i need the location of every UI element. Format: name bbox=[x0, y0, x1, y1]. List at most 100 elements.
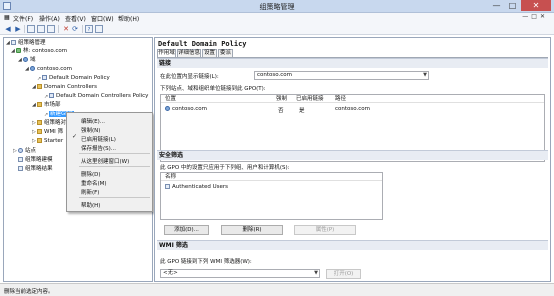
security-table[interactable]: 名称 Authenticated Users bbox=[160, 172, 383, 220]
ctx-help[interactable]: 帮助(H) bbox=[81, 201, 100, 209]
window-title: 组策略管理 bbox=[259, 3, 295, 11]
toolbar-separator bbox=[24, 25, 25, 33]
col-enforced[interactable]: 强制 bbox=[276, 95, 287, 103]
ctx-delete[interactable]: 删除(D) bbox=[81, 170, 101, 178]
ctx-separator bbox=[79, 166, 150, 167]
delete-icon[interactable]: ✕ bbox=[62, 25, 70, 33]
tree-wmi-filters[interactable]: ▷ WMI 筛 bbox=[32, 129, 63, 135]
domains-icon bbox=[23, 57, 28, 62]
mdi-window-controls[interactable]: —□✕ bbox=[522, 13, 548, 20]
folder-icon bbox=[37, 129, 42, 134]
menu-app-icon[interactable]: ▦ bbox=[4, 14, 10, 21]
tree-results[interactable]: 组策略结果 bbox=[18, 166, 53, 172]
cell-enforced: 否 bbox=[278, 108, 284, 114]
menu-help[interactable]: 帮助(H) bbox=[118, 14, 139, 23]
folder-icon[interactable] bbox=[27, 25, 35, 33]
close-button[interactable]: ✕ bbox=[521, 0, 551, 11]
wmi-desc: 此 GPO 链接到下列 WMI 筛选器(W): bbox=[160, 259, 252, 265]
tree-market-ou[interactable]: ◢ 市场部 bbox=[32, 102, 61, 108]
table-row[interactable]: Authenticated Users bbox=[165, 184, 228, 190]
remove-button[interactable]: 删除(R) bbox=[221, 225, 283, 235]
ctx-rename[interactable]: 重命名(M) bbox=[81, 179, 107, 187]
cell-path: contoso.com bbox=[335, 106, 371, 112]
tree-root[interactable]: ◢ 组策略管理 bbox=[6, 40, 46, 46]
links-location-select[interactable]: contoso.com ▼ bbox=[254, 71, 429, 80]
link-arrow-icon: ↗ bbox=[37, 76, 42, 82]
folder-icon bbox=[37, 120, 42, 125]
tab-delegation[interactable]: 委派 bbox=[218, 49, 233, 57]
menu-bar: ▦ 文件(F) 操作(A) 查看(V) 窗口(W) 帮助(H) —□✕ bbox=[0, 13, 554, 23]
links-heading: 链接 bbox=[157, 58, 548, 68]
ctx-refresh[interactable]: 刷新(F) bbox=[81, 188, 99, 196]
tree-sites[interactable]: ▷ 站点 bbox=[13, 148, 36, 154]
forest-icon bbox=[16, 48, 21, 53]
ctx-new-window[interactable]: 从这里创建窗口(W) bbox=[81, 157, 129, 165]
col-name[interactable]: 名称 bbox=[165, 173, 176, 181]
links-desc: 下列站点、域和组织单位链接到此 GPO(T): bbox=[160, 86, 266, 92]
tree-dc-policy[interactable]: ↗ Default Domain Controllers Policy bbox=[44, 93, 148, 100]
page-title: Default Domain Policy bbox=[158, 40, 247, 48]
chevron-down-icon: ▼ bbox=[314, 270, 318, 276]
tree-modeling[interactable]: 组策略建模 bbox=[18, 157, 53, 163]
ctx-save-report[interactable]: 保存报告(S)... bbox=[81, 144, 116, 152]
wmi-heading: WMI 筛选 bbox=[157, 240, 548, 250]
menu-view[interactable]: 查看(V) bbox=[65, 14, 86, 23]
ctx-edit[interactable]: 编辑(E)... bbox=[81, 117, 105, 125]
col-path[interactable]: 路径 bbox=[335, 95, 346, 103]
domain-icon bbox=[30, 66, 35, 71]
ctx-enforce[interactable]: 强制(N) bbox=[81, 126, 100, 134]
menu-window[interactable]: 窗口(W) bbox=[91, 14, 114, 23]
help-icon[interactable]: ? bbox=[85, 25, 93, 33]
folder-icon bbox=[37, 138, 42, 143]
table-header bbox=[161, 173, 382, 181]
menu-action[interactable]: 操作(A) bbox=[39, 14, 60, 23]
gpo-icon bbox=[49, 93, 54, 98]
properties-icon[interactable] bbox=[47, 25, 55, 33]
toolbar-separator bbox=[58, 25, 59, 33]
users-group-icon bbox=[165, 184, 170, 189]
links-show-label: 在此位置内显示链接(L): bbox=[160, 74, 219, 80]
toolbar-separator bbox=[82, 25, 83, 33]
security-heading: 安全筛选 bbox=[157, 150, 548, 160]
status-bar: 删除当前选定内容。 bbox=[0, 283, 554, 296]
checkmark-icon: ✓ bbox=[72, 133, 78, 140]
ctx-separator bbox=[79, 197, 150, 198]
tab-settings[interactable]: 设置 bbox=[202, 49, 217, 57]
ctx-link-enabled[interactable]: 已启用链接(L) bbox=[81, 135, 116, 143]
context-menu: 编辑(E)... 强制(N) ✓ 已启用链接(L) 保存报告(S)... 从这里… bbox=[66, 112, 153, 212]
maximize-button[interactable]: □ bbox=[505, 0, 520, 11]
tab-details[interactable]: 详细信息 bbox=[177, 49, 201, 57]
add-button[interactable]: 添加(D)... bbox=[164, 225, 209, 235]
title-bar: 组策略管理 — □ ✕ bbox=[0, 0, 554, 13]
ou-folder-icon bbox=[37, 84, 42, 89]
toolbar: ◀ ▶ ✕ ⟳ ? bbox=[0, 23, 554, 35]
ou-folder-icon bbox=[37, 102, 42, 107]
gpm-icon bbox=[11, 40, 16, 45]
table-row[interactable]: contoso.com bbox=[165, 106, 207, 112]
tree-domain-controllers[interactable]: ◢ Domain Controllers bbox=[32, 84, 97, 90]
chevron-down-icon: ▼ bbox=[423, 72, 427, 78]
col-location[interactable]: 位置 bbox=[165, 95, 176, 103]
tree-default-policy[interactable]: ↗ Default Domain Policy bbox=[37, 75, 110, 82]
gpo-icon bbox=[42, 75, 47, 80]
forward-icon[interactable]: ▶ bbox=[14, 25, 22, 33]
tree-forest[interactable]: ◢ 林: contoso.com bbox=[11, 48, 67, 54]
table-header bbox=[161, 95, 544, 103]
link-arrow-icon: ↗ bbox=[44, 94, 49, 100]
properties-button[interactable]: 属性(P) bbox=[294, 225, 356, 235]
refresh-icon[interactable]: ⟳ bbox=[71, 25, 79, 33]
col-link-enabled[interactable]: 已启用链接 bbox=[296, 95, 324, 103]
sites-icon bbox=[18, 148, 23, 153]
view-icon[interactable] bbox=[95, 25, 103, 33]
link-arrow-icon: ↗ bbox=[44, 112, 49, 118]
tree-domain[interactable]: ◢ contoso.com bbox=[25, 66, 72, 72]
minimize-button[interactable]: — bbox=[489, 0, 504, 11]
tree-starter-gpos[interactable]: ▷ Starter bbox=[32, 138, 63, 144]
back-icon[interactable]: ◀ bbox=[4, 25, 12, 33]
open-button[interactable]: 打开(O) bbox=[326, 269, 361, 279]
menu-file[interactable]: 文件(F) bbox=[13, 14, 33, 23]
wmi-filter-select[interactable]: <无> ▼ bbox=[160, 269, 320, 278]
security-desc: 此 GPO 中的设置只应用于下列组、用户和计算机(S): bbox=[160, 165, 290, 171]
console-tree-icon[interactable] bbox=[37, 25, 45, 33]
tree-domains[interactable]: ◢ 域 bbox=[18, 57, 36, 63]
